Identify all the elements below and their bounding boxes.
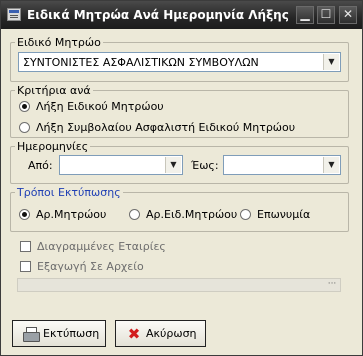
radio-dot[interactable] — [19, 209, 30, 220]
chevron-down-icon[interactable]: ▼ — [323, 157, 339, 173]
radio-registry-number[interactable]: Αρ.Μητρώου — [19, 208, 106, 221]
radio-policy-expiry[interactable]: Λήξη Συμβολαίου Ασφαλιστή Ειδικού Μητρώο… — [19, 121, 295, 134]
registry-select[interactable]: ΣΥΝΤΟΝΙΣΤΕΣ ΑΣΦΑΛΙΣΤΙΚΩΝ ΣΥΜΒΟΥΛΩΝ ▼ — [18, 52, 341, 72]
radio-special-registry-number[interactable]: Αρ.Ειδ.Μητρώου — [129, 208, 237, 221]
radio-dot[interactable] — [240, 209, 251, 220]
to-date-picker[interactable]: ▼ — [223, 155, 341, 175]
dialog-window: Ειδικά Μητρώα Ανά Ημερομηνία Λήξης ▁ ☐ ✕… — [0, 0, 363, 356]
registry-group: Ειδικό Μητρώο ΣΥΝΤΟΝΙΣΤΕΣ ΑΣΦΑΛΙΣΤΙΚΩΝ Σ… — [10, 36, 349, 82]
red-x-icon: ✖ — [127, 325, 141, 343]
registry-group-label: Ειδικό Μητρώο — [15, 36, 103, 49]
radio-label: Αρ.Ειδ.Μητρώου — [146, 208, 238, 221]
close-button[interactable]: ✕ — [339, 6, 357, 24]
chevron-down-icon[interactable]: ▼ — [323, 54, 339, 70]
registry-selected-value: ΣΥΝΤΟΝΙΣΤΕΣ ΑΣΦΑΛΙΣΤΙΚΩΝ ΣΥΜΒΟΥΛΩΝ — [23, 56, 259, 69]
checkbox-box[interactable] — [20, 241, 31, 252]
printer-icon — [23, 327, 40, 342]
to-date-label: Έως: — [191, 159, 219, 172]
dates-group-label: Ημερομηνίες — [15, 140, 91, 153]
print-button[interactable]: Εκτύπωση — [12, 320, 106, 347]
radio-label: Λήξη Ειδικού Μητρώου — [36, 100, 164, 113]
title-bar[interactable]: Ειδικά Μητρώα Ανά Ημερομηνία Λήξης ▁ ☐ ✕ — [1, 1, 362, 29]
radio-label: Αρ.Μητρώου — [36, 208, 107, 221]
criteria-group-label: Κριτήρια ανά — [15, 84, 93, 97]
window-title: Ειδικά Μητρώα Ανά Ημερομηνία Λήξης — [27, 8, 289, 22]
radio-company-name[interactable]: Επωνυμία — [240, 208, 310, 221]
criteria-group: Κριτήρια ανά Λήξη Ειδικού Μητρώου Λήξη Σ… — [10, 84, 349, 138]
cancel-button-label: Ακύρωση — [146, 327, 197, 340]
radio-dot[interactable] — [129, 209, 140, 220]
export-to-file-checkbox[interactable]: Εξαγωγή Σε Αρχείο — [20, 260, 144, 273]
checkbox-label: Διαγραμμένες Εταιρίες — [37, 240, 166, 253]
radio-dot[interactable] — [19, 101, 30, 112]
from-date-picker[interactable]: ▼ — [59, 155, 183, 175]
deleted-companies-checkbox[interactable]: Διαγραμμένες Εταιρίες — [20, 240, 166, 253]
print-button-label: Εκτύπωση — [43, 327, 100, 340]
radio-label: Επωνυμία — [257, 208, 311, 221]
cancel-button[interactable]: ✖ Ακύρωση — [115, 320, 206, 347]
checkbox-label: Εξαγωγή Σε Αρχείο — [37, 260, 144, 273]
radio-label: Λήξη Συμβολαίου Ασφαλιστή Ειδικού Μητρώο… — [36, 121, 296, 134]
maximize-button[interactable]: ☐ — [317, 6, 335, 24]
dates-group: Ημερομηνίες Από: ▼ Έως: ▼ — [10, 140, 349, 184]
minimize-button[interactable]: ▁ — [296, 6, 314, 24]
radio-special-registry-expiry[interactable]: Λήξη Ειδικού Μητρώου — [19, 100, 164, 113]
radio-dot[interactable] — [19, 122, 30, 133]
from-date-label: Από: — [28, 159, 53, 172]
checkbox-box[interactable] — [20, 261, 31, 272]
chevron-down-icon[interactable]: ▼ — [165, 157, 181, 173]
print-modes-group-label: Τρόποι Εκτύπωσης — [15, 186, 123, 199]
browse-icon[interactable]: ··· — [325, 279, 339, 291]
app-icon — [7, 8, 21, 21]
print-modes-group: Τρόποι Εκτύπωσης Αρ.Μητρώου Αρ.Ειδ.Μητρώ… — [10, 186, 349, 232]
export-file-path-field[interactable]: ··· — [17, 278, 341, 292]
